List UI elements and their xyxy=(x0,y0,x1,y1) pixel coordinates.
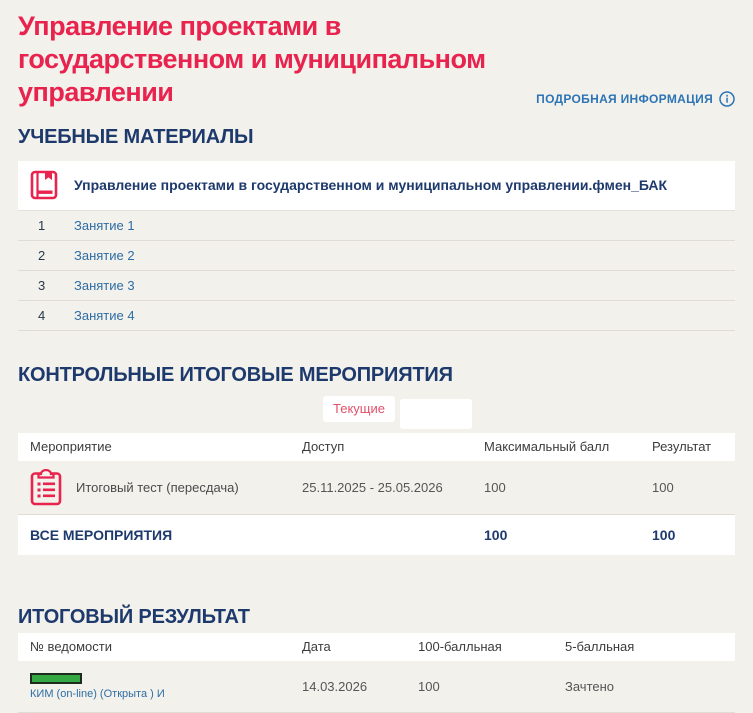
sheet-link[interactable]: КИМ (on-line) (Открыта ) И xyxy=(30,688,290,700)
control-heading: КОНТРОЛЬНЫЕ ИТОГОВЫЕ МЕРОПРИЯТИЯ xyxy=(18,363,453,386)
course-file-card[interactable]: Управление проектами в государственном и… xyxy=(18,160,735,211)
control-total-row: ВСЕ МЕРОПРИЯТИЯ 100 100 xyxy=(18,514,735,555)
materials-heading: УЧЕБНЫЕ МАТЕРИАЛЫ xyxy=(18,125,254,148)
test-clipboard-icon xyxy=(30,468,62,506)
col-date: Дата xyxy=(302,639,331,655)
col-sheet-number: № ведомости xyxy=(30,639,112,655)
final-date: 14.03.2026 xyxy=(302,678,368,694)
details-info-label: ПОДРОБНАЯ ИНФОРМАЦИЯ xyxy=(536,91,713,106)
tab-current[interactable]: Текущие xyxy=(323,395,395,422)
lesson-row-1[interactable]: 1 Занятие 1 xyxy=(18,211,735,241)
event-result: 100 xyxy=(652,479,674,495)
event-name[interactable]: Итоговый тест (пересдача) xyxy=(76,480,239,495)
control-tabs: Текущие xyxy=(18,395,735,429)
col-scale-100: 100-балльная xyxy=(418,639,502,655)
course-page: Управление проектами в государственном и… xyxy=(0,0,753,713)
sheet-cell: КИМ (on-line) (Открыта ) И xyxy=(18,672,290,700)
col-max-score: Максимальный балл xyxy=(484,439,610,455)
lesson-number: 2 xyxy=(38,247,46,263)
lesson-row-4[interactable]: 4 Занятие 4 xyxy=(18,301,735,331)
status-bar-open xyxy=(30,672,82,684)
lesson-link[interactable]: Занятие 1 xyxy=(74,218,135,233)
lesson-number: 1 xyxy=(38,217,46,233)
total-max-score: 100 xyxy=(484,526,508,543)
final-table-header: № ведомости Дата 100-балльная 5-балльная xyxy=(18,632,735,661)
page-title: Управление проектами в государственном и… xyxy=(18,11,486,107)
lesson-row-2[interactable]: 2 Занятие 2 xyxy=(18,241,735,271)
final-score-100: 100 xyxy=(418,678,440,694)
final-table-row[interactable]: КИМ (on-line) (Открыта ) И 14.03.2026 10… xyxy=(18,661,735,713)
col-event: Мероприятие xyxy=(30,439,112,455)
col-result: Результат xyxy=(652,439,712,455)
control-table-row[interactable]: Итоговый тест (пересдача) 25.11.2025 - 2… xyxy=(18,461,735,515)
tab-blank[interactable] xyxy=(399,398,472,429)
page-header: Управление проектами в государственном и… xyxy=(18,10,735,109)
details-info-link[interactable]: ПОДРОБНАЯ ИНФОРМАЦИЯ xyxy=(536,91,735,107)
control-table-header: Мероприятие Доступ Максимальный балл Рез… xyxy=(18,432,735,461)
lesson-link[interactable]: Занятие 2 xyxy=(74,248,135,263)
total-result: 100 xyxy=(652,526,676,543)
lesson-number: 3 xyxy=(38,277,46,293)
event-max-score: 100 xyxy=(484,479,506,495)
event-access-dates: 25.11.2025 - 25.05.2026 xyxy=(302,479,443,495)
book-icon xyxy=(30,171,58,200)
final-score-5: Зачтено xyxy=(565,678,615,694)
lessons-list: 1 Занятие 1 2 Занятие 2 3 Занятие 3 4 За… xyxy=(18,211,735,331)
event-cell: Итоговый тест (пересдача) xyxy=(18,468,290,506)
col-scale-5: 5-балльная xyxy=(565,639,635,655)
course-file-title: Управление проектами в государственном и… xyxy=(74,177,668,194)
final-heading: ИТОГОВЫЙ РЕЗУЛЬТАТ xyxy=(18,605,250,628)
info-icon xyxy=(719,91,735,107)
lesson-row-3[interactable]: 3 Занятие 3 xyxy=(18,271,735,301)
lesson-number: 4 xyxy=(38,307,46,323)
lesson-link[interactable]: Занятие 3 xyxy=(74,278,135,293)
col-access: Доступ xyxy=(302,439,345,455)
lesson-link[interactable]: Занятие 4 xyxy=(74,308,135,323)
all-events-link[interactable]: ВСЕ МЕРОПРИЯТИЯ xyxy=(18,527,290,543)
